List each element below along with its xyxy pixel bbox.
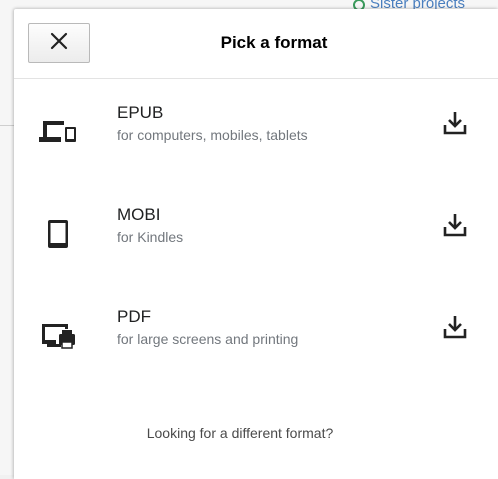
format-row-mobi[interactable]: MOBI for Kindles <box>14 199 498 291</box>
format-name: MOBI <box>117 205 161 224</box>
close-icon <box>49 31 69 56</box>
format-picker-dialog: Pick a format EPUB for computers, mobile… <box>14 9 498 479</box>
devices-icon <box>39 117 77 147</box>
different-format-link[interactable]: Looking for a different format? <box>14 425 466 441</box>
download-icon[interactable] <box>441 211 469 239</box>
print-screen-icon <box>39 321 77 351</box>
tablet-icon <box>39 219 77 249</box>
dialog-header: Pick a format <box>14 9 498 79</box>
format-name: EPUB <box>117 103 164 122</box>
format-description: for large screens and printing <box>117 331 299 347</box>
format-description: for Kindles <box>117 229 184 245</box>
download-icon[interactable] <box>441 109 469 137</box>
format-row-epub[interactable]: EPUB for computers, mobiles, tablets <box>14 97 498 189</box>
download-icon[interactable] <box>441 313 469 341</box>
format-row-pdf[interactable]: PDF for large screens and printing <box>14 301 498 393</box>
close-button[interactable] <box>28 23 90 63</box>
dialog-title: Pick a format <box>220 33 328 52</box>
background-divider <box>0 125 14 126</box>
format-description: for computers, mobiles, tablets <box>117 127 308 143</box>
format-name: PDF <box>117 307 151 326</box>
